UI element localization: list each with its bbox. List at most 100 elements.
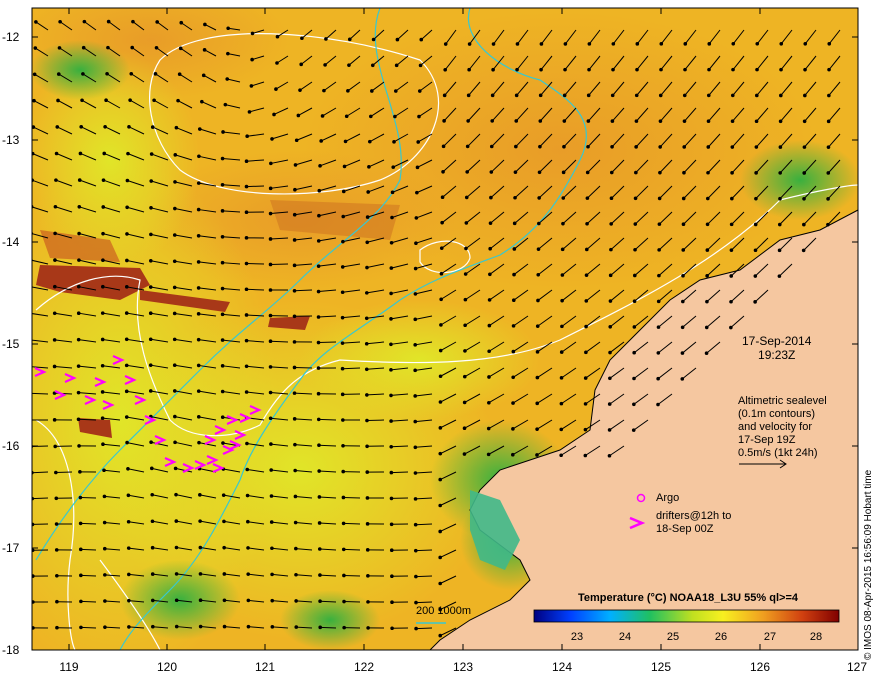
velocity-arrow-head <box>270 625 275 629</box>
velocity-arrow-head <box>324 37 328 41</box>
velocity-arrow-head <box>537 170 542 175</box>
velocity-arrow-head <box>103 124 107 129</box>
velocity-arrow-head <box>197 127 202 131</box>
velocity-arrow-head <box>634 170 638 175</box>
velocity-arrow-head <box>245 134 249 139</box>
velocity-arrow-head <box>559 427 564 432</box>
velocity-arrow-head <box>729 299 733 304</box>
velocity-arrow-head <box>275 34 280 39</box>
velocity-arrow-head <box>389 368 393 372</box>
velocity-arrow-head <box>223 102 228 107</box>
velocity-arrow-head <box>126 151 130 156</box>
velocity-arrow-head <box>514 93 519 98</box>
velocity-arrow-head <box>320 114 325 118</box>
velocity-arrow-head <box>635 42 640 46</box>
velocity-arrow-head <box>632 402 636 407</box>
velocity-arrow-head <box>419 37 424 42</box>
velocity-arrow-head <box>365 393 369 397</box>
velocity-arrow-head <box>220 286 225 291</box>
velocity-arrow-head <box>220 364 225 368</box>
velocity-arrow-head <box>413 497 418 501</box>
velocity-arrow <box>366 419 385 422</box>
velocity-arrow-head <box>486 452 491 457</box>
velocity-arrow-head <box>610 93 615 98</box>
velocity-arrow-head <box>394 63 399 68</box>
velocity-arrow-head <box>270 137 274 141</box>
velocity-arrow-head <box>173 440 177 445</box>
velocity-arrow-head <box>440 220 444 225</box>
velocity-arrow-head <box>196 415 201 419</box>
velocity-arrow-head <box>802 222 806 227</box>
velocity-arrow-head <box>413 522 418 527</box>
velocity-arrow-head <box>778 145 783 149</box>
velocity-arrow-head <box>610 145 614 149</box>
velocity-arrow-head <box>389 496 394 501</box>
velocity-arrow-head <box>537 221 541 226</box>
velocity-arrow-head <box>203 22 207 27</box>
velocity-arrow-head <box>365 240 370 245</box>
velocity-arrow-head <box>658 170 662 175</box>
velocity-arrow-head <box>488 221 493 225</box>
velocity-arrow-head <box>559 376 564 380</box>
velocity-arrow-head <box>681 222 686 227</box>
velocity-arrow-head <box>705 222 710 227</box>
velocity-arrow-head <box>705 196 710 201</box>
velocity-arrow-head <box>608 350 612 355</box>
velocity-arrow-head <box>244 261 249 266</box>
velocity-arrow-head <box>413 343 417 347</box>
velocity-arrow-head <box>634 93 639 98</box>
velocity-arrow-head <box>341 521 346 526</box>
date-text: 17-Sep-2014 <box>742 334 812 348</box>
velocity-arrow-head <box>268 313 273 318</box>
velocity-arrow-head <box>53 258 57 262</box>
velocity-arrow-head <box>298 88 302 92</box>
velocity-arrow-head <box>174 598 179 603</box>
velocity-arrow-head <box>153 72 158 76</box>
velocity-arrow-head <box>778 196 782 201</box>
velocity-arrow-head <box>101 258 105 263</box>
velocity-arrow-head <box>268 262 273 267</box>
velocity-arrow-head <box>125 258 129 263</box>
velocity-arrow-head <box>54 178 58 182</box>
velocity-arrow-head <box>729 325 733 330</box>
velocity-arrow-head <box>730 145 735 149</box>
velocity-arrow-head <box>32 444 34 449</box>
velocity-arrow-head <box>586 144 590 149</box>
velocity-arrow-head <box>680 377 685 381</box>
velocity-arrow-head <box>150 492 155 497</box>
velocity-arrow-head <box>438 633 443 638</box>
velocity-arrow-head <box>656 402 660 407</box>
velocity-arrow-head <box>731 42 736 46</box>
velocity-arrow-head <box>659 67 663 72</box>
velocity-arrow-head <box>176 98 180 103</box>
velocity-arrow-head <box>390 190 395 195</box>
velocity-arrow-head <box>631 428 636 432</box>
velocity-arrow-head <box>250 31 255 36</box>
velocity-arrow-head <box>76 364 81 368</box>
velocity-arrow-head <box>464 246 468 251</box>
velocity-arrow-head <box>680 325 685 330</box>
velocity-arrow-head <box>389 240 394 245</box>
velocity-arrow-head <box>608 273 613 278</box>
velocity-arrow-head <box>125 440 129 445</box>
lat-label: -14 <box>2 235 20 249</box>
velocity-arrow-head <box>442 119 446 123</box>
velocity-arrow-head <box>196 286 201 290</box>
velocity-arrow-head <box>78 151 83 156</box>
velocity-arrow <box>32 471 49 474</box>
velocity-arrow-head <box>632 376 636 381</box>
velocity-arrow-head <box>633 222 638 226</box>
velocity-arrow <box>246 185 265 188</box>
velocity-arrow-head <box>442 93 447 98</box>
velocity-arrow-head <box>150 598 155 603</box>
velocity-arrow-head <box>221 130 225 134</box>
velocity-arrow-head <box>486 426 491 431</box>
velocity-arrow-head <box>102 494 107 499</box>
velocity-arrow-head <box>513 195 517 200</box>
velocity-arrow-head <box>610 119 615 123</box>
velocity-arrow-head <box>202 48 207 52</box>
velocity-arrow-head <box>244 210 249 214</box>
velocity-arrow-head <box>292 314 297 319</box>
velocity-arrow-head <box>149 152 154 156</box>
velocity-arrow-head <box>130 45 135 50</box>
